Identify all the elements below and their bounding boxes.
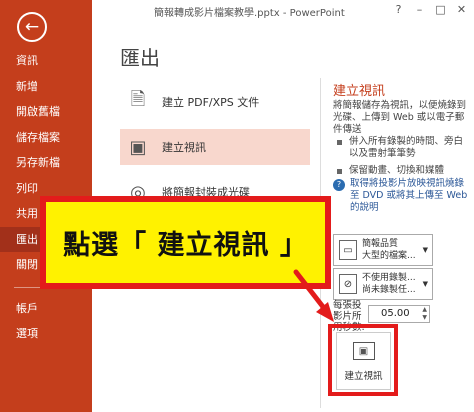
nav-item-save[interactable]: 儲存檔案 bbox=[0, 125, 92, 151]
chevron-down-icon: ▼ bbox=[422, 246, 428, 254]
help-icon[interactable]: ? bbox=[392, 3, 405, 16]
back-arrow-icon[interactable]: ← bbox=[17, 12, 47, 42]
minimize-icon[interactable]: – bbox=[413, 3, 426, 16]
option-create-video[interactable]: ▣ 建立視訊 bbox=[120, 129, 310, 165]
quality-dropdown-value: 簡報品質 大型的檔案... bbox=[362, 239, 416, 261]
window-title: 簡報轉成影片檔案教學.pptx - PowerPoint bbox=[154, 8, 345, 19]
nav-item-options[interactable]: 選項 bbox=[0, 321, 92, 347]
create-video-heading: 建立視訊 bbox=[333, 84, 386, 99]
seconds-value[interactable]: 05.00 bbox=[381, 308, 410, 319]
stepper-arrows-icon[interactable]: ▲ ▼ bbox=[422, 306, 427, 322]
video-icon: ▣ bbox=[129, 136, 147, 158]
close-icon[interactable]: ✕ bbox=[455, 3, 468, 16]
bullet-item: 保留動畫、切換和媒體 bbox=[336, 165, 472, 177]
seconds-per-slide-stepper[interactable]: 05.00 ▲ ▼ bbox=[368, 305, 430, 323]
option-label: 建立視訊 bbox=[162, 141, 206, 154]
timing-dropdown-value: 不使用錄製... 尚未錄製任... bbox=[362, 273, 416, 295]
nav-item-save-as[interactable]: 另存新檔 bbox=[0, 150, 92, 176]
monitor-icon: ▭ bbox=[339, 240, 357, 260]
nav-item-account[interactable]: 帳戶 bbox=[0, 296, 92, 322]
nav-item-info[interactable]: 資訊 bbox=[0, 48, 92, 74]
maximize-icon[interactable]: □ bbox=[434, 3, 447, 16]
no-recording-icon: ⊘ bbox=[339, 274, 357, 294]
pdf-document-icon: 🗎 bbox=[130, 89, 146, 110]
page-title: 匯出 bbox=[120, 46, 160, 70]
callout-text: 點選「 建立視訊 」 bbox=[63, 230, 308, 261]
help-link[interactable]: ? 取得將投影片放映視訊燒錄至 DVD 或將其上傳至 Web 的說明 bbox=[333, 178, 473, 214]
timing-dropdown[interactable]: ⊘ 不使用錄製... 尚未錄製任... ▼ bbox=[333, 268, 433, 300]
bullet-item: 併入所有錄製的時間、旁白以及雷射筆筆勢 bbox=[336, 136, 472, 160]
nav-item-open[interactable]: 開啟舊檔 bbox=[0, 99, 92, 125]
instruction-callout: 點選「 建立視訊 」 bbox=[40, 196, 331, 289]
nav-item-new[interactable]: 新增 bbox=[0, 74, 92, 100]
info-icon: ? bbox=[333, 179, 345, 191]
title-bar: 簡報轉成影片檔案教學.pptx - PowerPoint ? – □ ✕ bbox=[92, 0, 474, 22]
window-controls: ? – □ ✕ bbox=[392, 3, 468, 16]
chevron-down-icon: ▼ bbox=[422, 280, 428, 288]
option-create-pdf-xps[interactable]: 🗎 建立 PDF/XPS 文件 bbox=[120, 84, 310, 120]
help-link-text[interactable]: 取得將投影片放映視訊燒錄至 DVD 或將其上傳至 Web 的說明 bbox=[350, 178, 473, 214]
feature-bullets: 併入所有錄製的時間、旁白以及雷射筆筆勢 保留動畫、切換和媒體 bbox=[336, 136, 472, 182]
quality-dropdown[interactable]: ▭ 簡報品質 大型的檔案... ▼ bbox=[333, 234, 433, 266]
highlight-box bbox=[328, 324, 398, 396]
option-label: 建立 PDF/XPS 文件 bbox=[162, 96, 260, 109]
create-video-description: 將簡報儲存為視訊，以便燒錄到光碟、上傳到 Web 或以電子郵件傳送 bbox=[333, 100, 467, 135]
